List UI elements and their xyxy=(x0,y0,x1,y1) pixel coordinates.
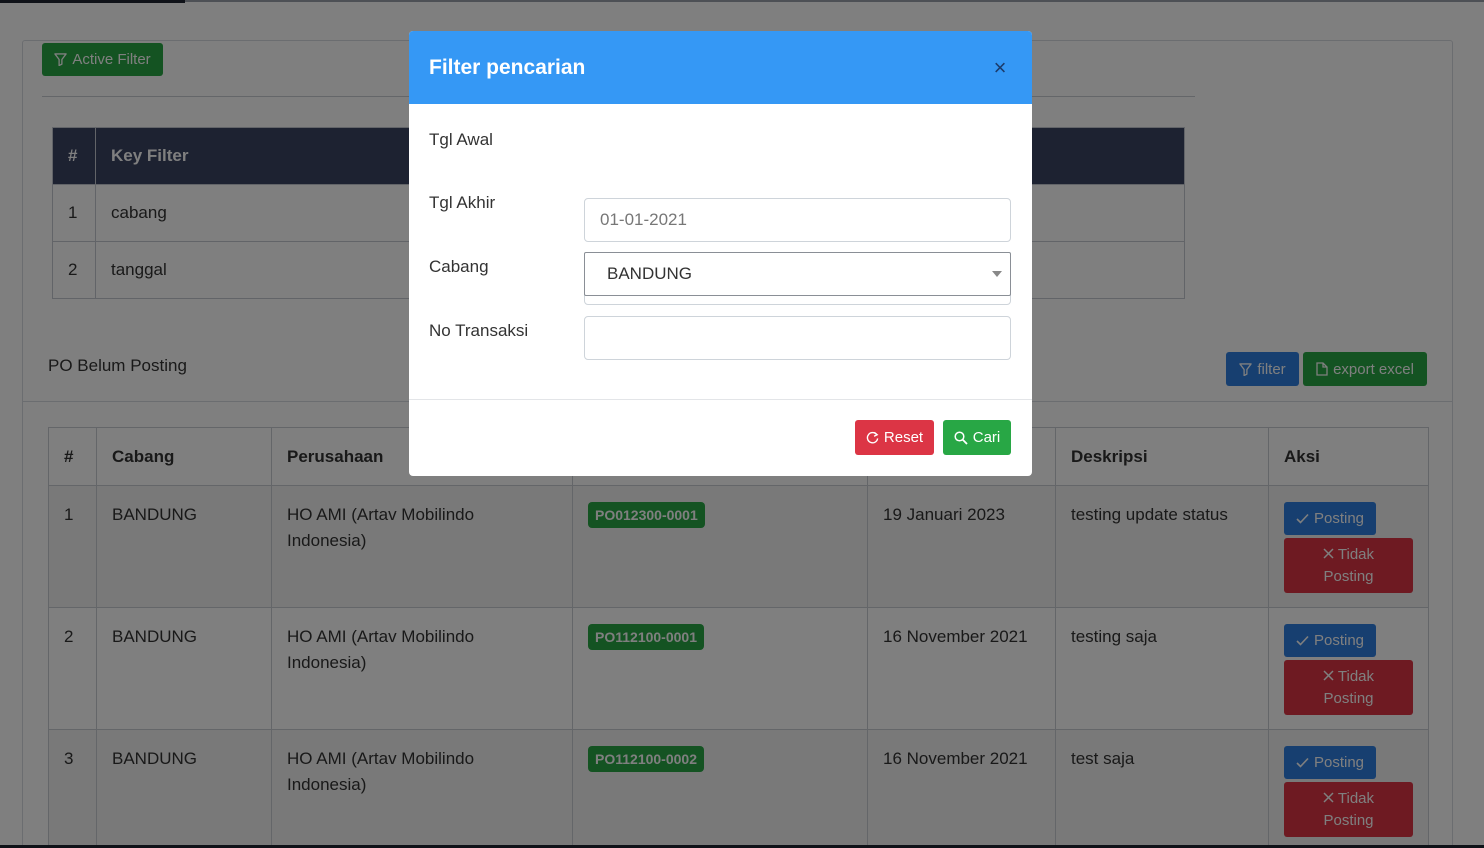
modal-header: Filter pencarian × xyxy=(409,31,1032,104)
filter-modal: Filter pencarian × Tgl Awal Tgl Akhir Ca… xyxy=(409,31,1032,476)
no-transaksi-label: No Transaksi xyxy=(429,321,529,340)
search-icon xyxy=(954,430,968,445)
refresh-icon xyxy=(866,431,879,444)
reset-label: Reset xyxy=(883,429,924,446)
modal-title: Filter pencarian xyxy=(429,55,586,79)
tgl-awal-label: Tgl Awal xyxy=(429,130,493,149)
cabang-select[interactable]: BANDUNG xyxy=(584,252,1011,296)
cari-button[interactable]: Cari xyxy=(943,420,1011,455)
no-transaksi-input[interactable] xyxy=(584,316,1011,360)
reset-button[interactable]: Reset xyxy=(855,420,934,455)
modal-footer: Reset Cari xyxy=(409,400,1032,476)
tgl-akhir-label: Tgl Akhir xyxy=(429,193,496,212)
cabang-selected-value: BANDUNG xyxy=(607,264,693,283)
chevron-down-icon xyxy=(992,271,1002,277)
tgl-awal-input[interactable] xyxy=(584,198,1011,242)
cari-label: Cari xyxy=(972,429,1001,446)
close-icon[interactable]: × xyxy=(988,55,1012,81)
cabang-label: Cabang xyxy=(429,257,489,276)
modal-body: Tgl Awal Tgl Akhir Cabang BANDUNG No Tra… xyxy=(409,104,1032,400)
